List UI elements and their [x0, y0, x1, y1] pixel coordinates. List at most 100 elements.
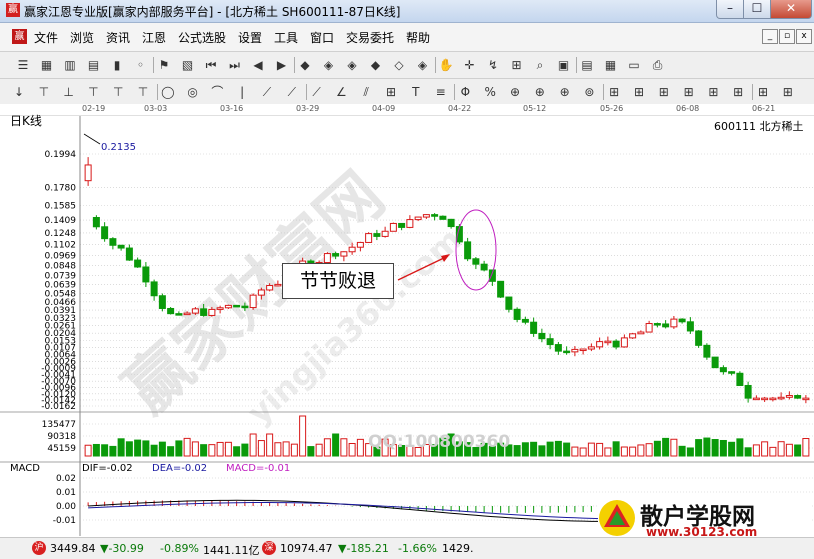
sz-index-change: ▼-185.21 — [338, 542, 389, 555]
menu-news[interactable]: 资讯 — [106, 29, 130, 46]
fan-tool-icon[interactable]: ⟋ — [258, 83, 276, 101]
vline-tool-icon[interactable]: | — [233, 83, 251, 101]
sh-index-change: ▼-30.99 — [100, 542, 144, 555]
gann-sq3-icon[interactable]: ⊞ — [655, 83, 673, 101]
calendar-icon[interactable]: ▣ — [555, 56, 573, 74]
angle-tool-icon[interactable]: ∠ — [332, 83, 350, 101]
gann-sq4-icon[interactable]: ⊞ — [680, 83, 698, 101]
menu-gann[interactable]: 江恩 — [142, 29, 166, 46]
gann-box2-icon[interactable]: ⊕ — [531, 83, 549, 101]
candle-up — [274, 283, 282, 287]
volume-bar — [167, 446, 175, 457]
flag-icon[interactable]: ⚑ — [155, 56, 173, 74]
prev-icon[interactable]: ⏭ — [226, 56, 244, 74]
gann-tool-icon[interactable]: ⊞ — [382, 83, 400, 101]
search-icon[interactable]: ⌕ — [531, 56, 549, 74]
menu-formula[interactable]: 公式选股 — [178, 29, 226, 46]
channel-tool-icon[interactable]: ⫽ — [357, 83, 375, 101]
gann-box-icon[interactable]: ⊕ — [506, 83, 524, 101]
save-icon[interactable]: ▦ — [602, 56, 620, 74]
mdi-close-button[interactable]: x — [796, 29, 812, 44]
candle-up — [389, 222, 397, 232]
close-button[interactable]: ✕ — [770, 0, 812, 19]
menu-browse[interactable]: 浏览 — [70, 29, 94, 46]
lines-tool-icon[interactable]: ≡ — [432, 83, 450, 101]
candle-tool-icon[interactable]: ⊤ — [35, 83, 53, 101]
diamond-up-icon[interactable]: ◆ — [296, 56, 314, 74]
grid-icon[interactable]: ▦ — [38, 56, 56, 74]
candle-down — [431, 214, 439, 217]
volume-bar — [802, 438, 810, 457]
diamond-left-icon[interactable]: ◈ — [320, 56, 338, 74]
tick3-tool-icon[interactable]: ⊤ — [134, 83, 152, 101]
drawing-toolbar: ↓ ⊤ ⊥ ⊤ ⊤ ⊤ ◯ ◎ ⌒ | ⟋ ⟋ ⟋ ∠ ⫽ ⊞ T ≡ Φ% ⊕ ⊕ ⊕ ⊚ ⊞ ⊞ ⊞ ⊞ ⊞ ⊞ ⊞ ⊞ — [0, 79, 814, 106]
volume-bar — [794, 444, 802, 457]
volume-bar — [266, 433, 274, 457]
menu-settings[interactable]: 设置 — [238, 29, 262, 46]
arc-tool-icon[interactable]: ⌒ — [208, 83, 226, 101]
fib-tool-icon[interactable]: Φ — [456, 83, 474, 101]
hand-icon[interactable]: ✋ — [437, 56, 455, 74]
diamond-right-icon[interactable]: ◈ — [343, 56, 361, 74]
circle-tool-icon[interactable]: ◎ — [184, 83, 202, 101]
candle-icon[interactable]: ▮ — [108, 56, 126, 74]
zigzag-icon[interactable]: ↯ — [484, 56, 502, 74]
mdi-restore-button[interactable]: ▫ — [779, 29, 795, 44]
toolbar-separator — [752, 84, 753, 100]
bar-chart-icon[interactable]: ▤ — [85, 56, 103, 74]
gann-sq2-icon[interactable]: ⊞ — [630, 83, 648, 101]
diamond-down-icon[interactable]: ◆ — [367, 56, 385, 74]
percent-tool-icon[interactable]: % — [481, 83, 499, 101]
text-tool-icon[interactable]: T — [407, 83, 425, 101]
tick2-tool-icon[interactable]: ⊤ — [109, 83, 127, 101]
mdi-minimize-button[interactable]: _ — [762, 29, 778, 44]
gann-sq8-icon[interactable]: ⊞ — [779, 83, 797, 101]
gann-sq7-icon[interactable]: ⊞ — [754, 83, 772, 101]
fan2-tool-icon[interactable]: ⟋ — [283, 83, 301, 101]
menu-help[interactable]: 帮助 — [406, 29, 430, 46]
gann-box3-icon[interactable]: ⊕ — [556, 83, 574, 101]
tick-tool-icon[interactable]: ⊤ — [84, 83, 102, 101]
down-arrow-icon[interactable]: ↓ — [10, 83, 28, 101]
bars-icon[interactable]: ▥ — [61, 56, 79, 74]
indicator-icon[interactable]: ▧ — [179, 56, 197, 74]
gann-sq5-icon[interactable]: ⊞ — [704, 83, 722, 101]
candle-down — [719, 367, 727, 373]
diamond-all-icon[interactable]: ◈ — [414, 56, 432, 74]
crosshair-icon[interactable]: ✛ — [461, 56, 479, 74]
list-icon[interactable]: ☰ — [14, 56, 32, 74]
gann-sq-icon[interactable]: ⊞ — [605, 83, 623, 101]
volume-bar — [752, 444, 760, 457]
gift-icon[interactable]: ⊞ — [508, 56, 526, 74]
price-tick-label: 0.1409 — [45, 216, 77, 226]
cursor-icon[interactable]: ◦ — [132, 56, 150, 74]
kline-chart[interactable]: 赢家财富网yingjia360.com0.19940.17800.15850.1… — [0, 116, 814, 536]
first-icon[interactable]: ⏮ — [202, 56, 220, 74]
back-icon[interactable]: ◀ — [249, 56, 267, 74]
sz-index-icon[interactable]: 深 — [262, 541, 276, 555]
candle-down — [703, 344, 711, 358]
cycle-tool-icon[interactable]: ⊚ — [580, 83, 598, 101]
sz-index-value: 10974.47 — [280, 542, 333, 555]
volume-bar — [241, 443, 249, 457]
menu-tools[interactable]: 工具 — [274, 29, 298, 46]
printer-icon[interactable]: ⎙ — [649, 56, 667, 74]
menu-logo-icon[interactable]: 赢 — [12, 29, 27, 44]
date-label: 03-16 — [220, 104, 244, 113]
volume-bar — [249, 433, 257, 457]
speedline-tool-icon[interactable]: ⟋ — [308, 83, 326, 101]
car-icon[interactable]: ▭ — [625, 56, 643, 74]
menu-file[interactable]: 文件 — [34, 29, 58, 46]
sh-index-icon[interactable]: 沪 — [32, 541, 46, 555]
card-icon[interactable]: ▤ — [578, 56, 596, 74]
menu-trade[interactable]: 交易委托 — [346, 29, 394, 46]
forward-icon[interactable]: ▶ — [273, 56, 291, 74]
date-label: 04-09 — [372, 104, 396, 113]
diamond-cross-icon[interactable]: ◇ — [390, 56, 408, 74]
minimize-button[interactable]: – — [716, 0, 744, 19]
bars-tool-icon[interactable]: ⊥ — [60, 83, 78, 101]
menu-window[interactable]: 窗口 — [310, 29, 334, 46]
maximize-button[interactable]: ☐ — [743, 0, 771, 19]
gann-sq6-icon[interactable]: ⊞ — [729, 83, 747, 101]
ellipse-tool-icon[interactable]: ◯ — [159, 83, 177, 101]
